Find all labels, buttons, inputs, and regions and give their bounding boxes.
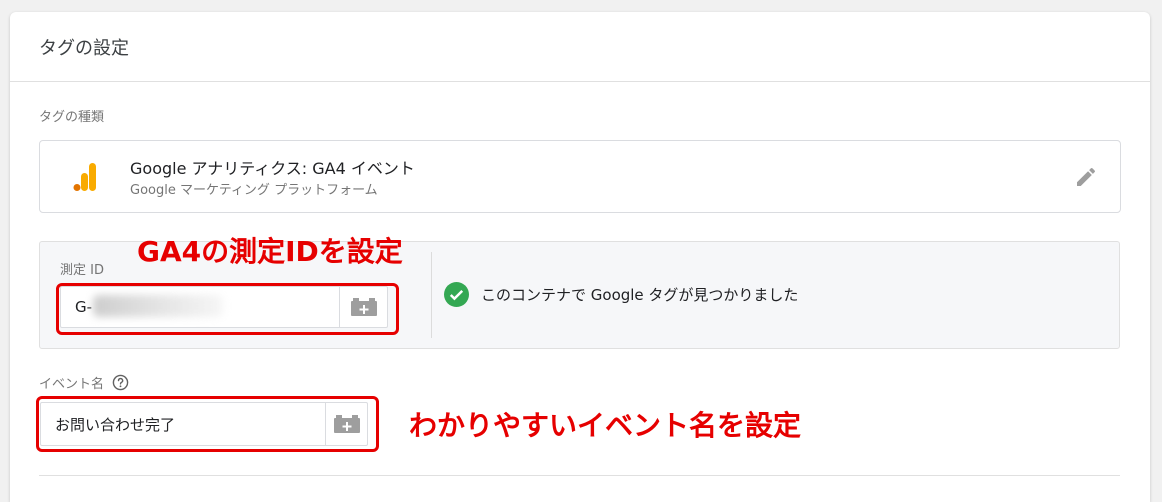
annotation-event-note: わかりやすいイベント名を設定 [409, 409, 802, 442]
measurement-id-label: 測定 ID [60, 263, 104, 278]
event-name-label: イベント名 [39, 377, 105, 392]
event-variable-picker-button[interactable] [325, 403, 367, 445]
event-name-field[interactable] [40, 402, 368, 446]
tag-type-selector[interactable]: Google アナリティクス: GA4 イベント Google マーケティング … [39, 140, 1121, 213]
vertical-divider [431, 252, 432, 338]
variable-brick-icon [333, 415, 360, 433]
tag-type-label: タグの種類 [39, 110, 105, 125]
variable-brick-icon [350, 298, 377, 316]
redacted-id-blur [93, 295, 223, 317]
event-name-input[interactable] [41, 403, 321, 445]
help-icon[interactable] [112, 374, 129, 391]
variable-picker-button[interactable] [339, 287, 387, 327]
event-name-label-row: イベント名 [39, 373, 129, 392]
check-circle-icon [444, 282, 469, 307]
google-analytics-icon [73, 163, 96, 191]
pencil-icon[interactable] [1074, 165, 1098, 189]
tag-type-subtitle: Google マーケティング プラットフォーム [130, 183, 378, 198]
tag-found-text: このコンテナで Google タグが見つかりました [481, 286, 799, 304]
measurement-id-field[interactable] [60, 286, 388, 328]
section-divider [39, 475, 1120, 476]
tag-found-message: このコンテナで Google タグが見つかりました [444, 282, 798, 307]
tag-type-name: Google アナリティクス: GA4 イベント [130, 159, 415, 178]
card-header: タグの設定 [10, 12, 1150, 82]
card-title: タグの設定 [39, 38, 129, 59]
annotation-measurement-note: GA4の測定IDを設定 [137, 235, 403, 268]
